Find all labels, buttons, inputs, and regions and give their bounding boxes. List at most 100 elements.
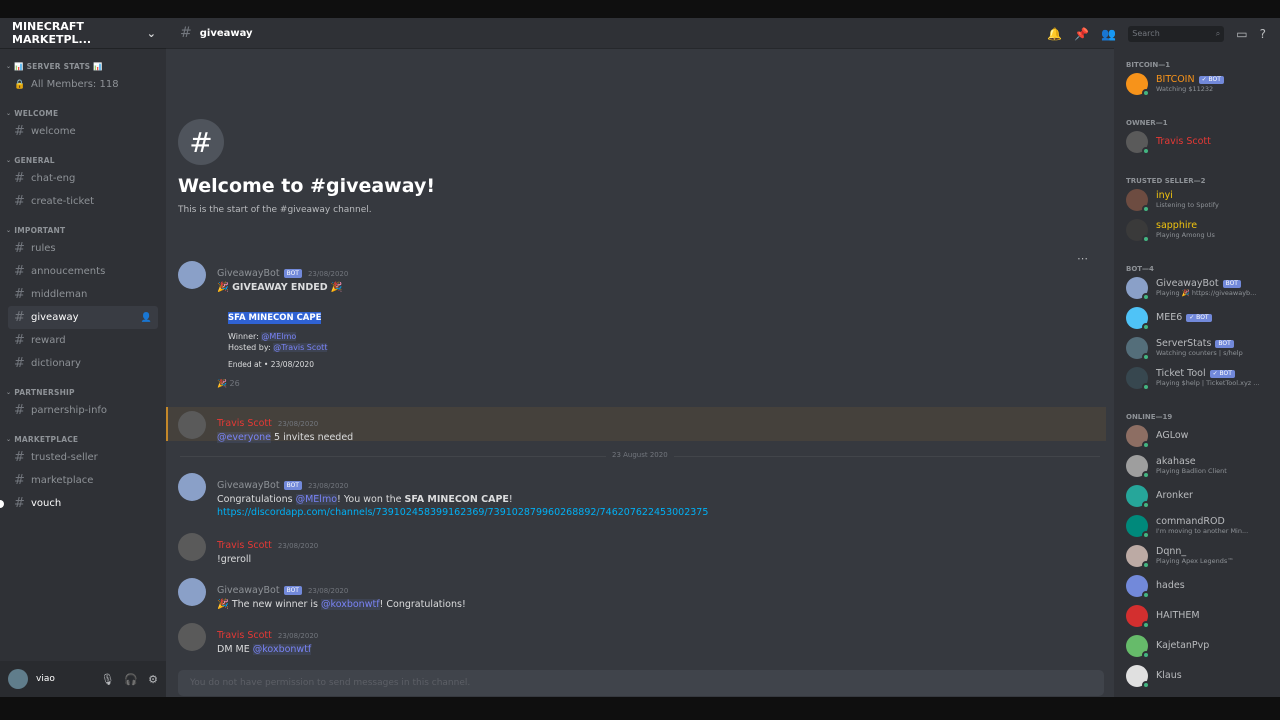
invite-icon[interactable]: 👤 — [141, 313, 152, 323]
user-mention[interactable]: @MElmo — [295, 494, 338, 505]
member-item[interactable]: Ticket Tool ✓ BOT Playing $help | TicketTo… — [1114, 363, 1280, 393]
microphone-icon[interactable]: 🎙 — [100, 673, 114, 686]
member-activity: Playing Apex Legends™ — [1156, 557, 1234, 566]
channel-label: reward — [31, 335, 66, 346]
pin-icon[interactable]: 📌 — [1074, 27, 1089, 41]
category-header[interactable]: ⌄ GENERAL — [0, 153, 166, 167]
author-name[interactable]: Travis Scott — [217, 418, 272, 429]
hash-icon: # — [14, 473, 25, 488]
channel-item[interactable]: # welcome — [8, 120, 158, 143]
member-item[interactable]: AGLow — [1114, 421, 1280, 451]
avatar — [1126, 337, 1150, 361]
channel-item[interactable]: # trusted-seller — [8, 446, 158, 469]
member-item[interactable]: sapphire Playing Among Us — [1114, 215, 1280, 245]
hash-icon: # — [14, 194, 25, 209]
avatar[interactable] — [178, 473, 206, 501]
member-item[interactable]: ServerStats BOT Watching counters | s/help — [1114, 333, 1280, 363]
channel-title: giveaway — [199, 27, 253, 39]
category-header[interactable]: ⌄ MARKETPLACE — [0, 432, 166, 446]
channel-item[interactable]: # vouch — [0, 492, 158, 515]
member-item[interactable]: Klaus — [1114, 661, 1280, 691]
author-name[interactable]: GiveawayBot — [217, 480, 280, 491]
timestamp: 23/08/2020 — [277, 420, 319, 428]
channel-item[interactable]: # annoucements — [8, 260, 158, 283]
member-group-header: BITCOIN—1 — [1126, 61, 1171, 69]
member-item[interactable]: hades — [1114, 571, 1280, 601]
channel-label: rules — [31, 243, 56, 254]
bell-icon[interactable]: 🔔 — [1047, 27, 1062, 41]
host-mention[interactable]: @Travis Scott — [273, 343, 328, 352]
channel-label: chat-eng — [31, 173, 76, 184]
channel-item[interactable]: # parnership-info — [8, 399, 158, 422]
welcome-title: Welcome to #giveaway! — [178, 175, 436, 197]
avatar[interactable] — [178, 533, 206, 561]
search-input[interactable]: Search ⌕ — [1128, 25, 1225, 42]
members-icon[interactable]: 👥 — [1101, 27, 1116, 41]
message-input[interactable]: You do not have permission to send messa… — [178, 670, 1104, 696]
user-mention[interactable]: @koxbonwtf — [252, 644, 312, 655]
server-header[interactable]: MINECRAFT MARKETPL... ⌄ — [0, 18, 166, 49]
gear-icon[interactable]: ⚙ — [148, 673, 158, 686]
avatar[interactable] — [178, 623, 206, 651]
member-item[interactable]: GiveawayBot BOT Playing 🎉 https://giveaway… — [1114, 273, 1280, 303]
category-header[interactable]: ⌄ 📊 SERVER STATS 📊 — [0, 59, 166, 73]
avatar[interactable] — [178, 261, 206, 289]
member-item[interactable]: Aronker — [1114, 481, 1280, 511]
hash-icon: # — [14, 496, 25, 511]
member-item[interactable]: inyi Listening to Spotify — [1114, 185, 1280, 215]
welcome-subtitle: This is the start of the #giveaway chann… — [178, 205, 372, 215]
avatar[interactable] — [178, 411, 206, 439]
hash-icon: # — [14, 287, 25, 302]
avatar[interactable] — [178, 578, 206, 606]
avatar — [1126, 605, 1150, 629]
everyone-mention[interactable]: @everyone — [217, 432, 272, 443]
ended-at: Ended at • 23/08/2020 — [228, 360, 314, 369]
category-header[interactable]: ⌄ WELCOME — [0, 106, 166, 120]
help-icon[interactable]: ? — [1260, 27, 1266, 41]
category-header[interactable]: ⌄ IMPORTANT — [0, 223, 166, 237]
author-name[interactable]: Travis Scott — [217, 540, 272, 551]
category-header[interactable]: ⌄ PARTNERSHIP — [0, 385, 166, 399]
member-item[interactable]: akahase Playing Badlion Client — [1114, 451, 1280, 481]
member-item[interactable]: HAITHEM — [1114, 601, 1280, 631]
channel-item[interactable]: # middleman — [8, 283, 158, 306]
member-item[interactable]: Travis Scott — [1114, 127, 1280, 157]
member-name: Travis Scott — [1156, 135, 1211, 147]
timestamp: 23/08/2020 — [277, 542, 319, 550]
user-mention[interactable]: @koxbonwtf — [321, 599, 380, 610]
member-item[interactable]: BITCOIN ✓ BOT Watching $11232 — [1114, 69, 1280, 99]
author-name[interactable]: Travis Scott — [217, 630, 272, 641]
channel-item[interactable]: # reward — [8, 329, 158, 352]
message-link[interactable]: https://discordapp.com/channels/73910245… — [217, 507, 1106, 518]
member-item[interactable]: KajetanPvp — [1114, 631, 1280, 661]
chevron-down-icon: ⌄ — [6, 388, 12, 396]
channel-item[interactable]: # giveaway 👤 — [8, 306, 158, 329]
winner-mention[interactable]: @MElmo — [261, 332, 297, 341]
member-activity: Playing Badlion Client — [1156, 467, 1227, 476]
member-item[interactable]: Dqnn_ Playing Apex Legends™ — [1114, 541, 1280, 571]
author-name[interactable]: GiveawayBot — [217, 585, 280, 596]
member-item[interactable]: MEE6 ✓ BOT — [1114, 303, 1280, 333]
headphones-icon[interactable]: 🎧 — [124, 673, 138, 686]
channel-item[interactable]: # marketplace — [8, 469, 158, 492]
channel-item[interactable]: # create-ticket — [8, 190, 158, 213]
channel-item[interactable]: # rules — [8, 237, 158, 260]
channel-item[interactable]: # dictionary — [8, 352, 158, 375]
status-indicator — [1142, 471, 1150, 479]
reaction[interactable]: 🎉 26 — [217, 379, 1106, 388]
status-indicator — [1142, 89, 1150, 97]
hash-icon: # — [14, 171, 25, 186]
message-text: ! — [508, 494, 513, 505]
status-indicator — [1142, 147, 1150, 155]
author-name[interactable]: GiveawayBot — [217, 268, 280, 279]
channel-item[interactable]: 🔒 All Members: 118 — [8, 73, 158, 96]
category-label: IMPORTANT — [14, 225, 66, 235]
member-name: MEE6 — [1156, 311, 1183, 323]
inbox-icon[interactable]: ▭ — [1236, 27, 1247, 41]
bot-badge: BOT — [283, 481, 302, 490]
channel-item[interactable]: # chat-eng — [8, 167, 158, 190]
status-indicator — [1142, 591, 1150, 599]
avatar[interactable] — [8, 669, 28, 689]
member-item[interactable]: commandROD I'm moving to another Min... — [1114, 511, 1280, 541]
unread-indicator — [0, 499, 4, 508]
